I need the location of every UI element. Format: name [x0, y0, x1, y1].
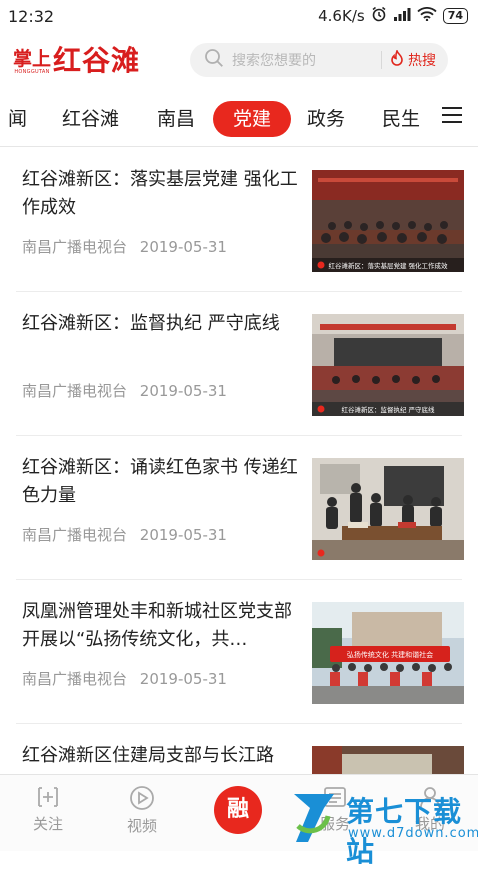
nav-video-label: 视频 [126, 817, 157, 835]
battery-indicator: 74 [442, 8, 468, 24]
tab-government[interactable]: 政务 [307, 101, 345, 137]
tabs-divider [0, 146, 478, 147]
app-logo: 掌上 HONGGUTAN 红谷滩 [13, 46, 140, 76]
news-meta: 南昌广播电视台 2019-05-31 [22, 380, 227, 401]
tab-nanchang[interactable]: 南昌 [157, 101, 195, 137]
app-header: 掌上 HONGGUTAN 红谷滩 搜索您想要的 热搜 [0, 32, 478, 90]
thumbnail-caption: 红谷滩新区：监督执纪 严守底线 [341, 405, 435, 414]
news-meta: 南昌广播电视台 2019-05-31 [22, 236, 227, 257]
news-item[interactable]: 红谷滩新区：监督执纪 严守底线 南昌广播电视台 2019-05-31 红谷滩新区… [0, 292, 478, 436]
network-speed: 4.6K/s [318, 7, 365, 25]
logo-small-text: 掌上 [13, 48, 52, 70]
news-meta: 南昌广播电视台 2019-05-31 [22, 668, 227, 689]
news-title: 红谷滩新区住建局支部与长江路 [22, 745, 274, 766]
tab-news[interactable]: 闻 [8, 101, 27, 137]
news-date: 2019-05-31 [139, 670, 227, 688]
search-divider [381, 51, 382, 69]
news-item[interactable]: 凤凰洲管理处丰和新城社区党支部开展以“弘扬传统文化，共… 南昌广播电视台 201… [0, 580, 478, 724]
news-meta: 南昌广播电视台 2019-05-31 [22, 524, 227, 545]
site-watermark: 第七下载站 www.d7down.com [286, 782, 478, 868]
nav-media-center-button[interactable]: 融 [214, 786, 262, 834]
tab-party-building[interactable]: 党建 [213, 101, 292, 137]
video-play-icon [107, 785, 177, 811]
news-source: 南昌广播电视台 [22, 238, 128, 256]
alarm-icon [371, 6, 387, 26]
status-bar: 12:32 4.6K/s 74 [0, 0, 478, 32]
follow-icon [13, 785, 83, 809]
channel-tabs: 闻 红谷滩 南昌 党建 政务 民生 [0, 92, 478, 142]
news-title: 红谷滩新区：落实基层党建 强化工作成效 [22, 169, 298, 218]
signal-icon [393, 7, 411, 25]
nav-follow-label: 关注 [32, 815, 63, 833]
news-source: 南昌广播电视台 [22, 670, 128, 688]
news-source: 南昌广播电视台 [22, 526, 128, 544]
thumbnail-caption: 红谷滩新区：落实基层党建 强化工作成效 [328, 261, 448, 270]
news-title: 红谷滩新区：诵读红色家书 传递红色力量 [22, 457, 298, 506]
search-icon [204, 48, 224, 72]
news-item[interactable]: 红谷滩新区：诵读红色家书 传递红色力量 南昌广播电视台 2019-05-31 [0, 436, 478, 580]
news-thumbnail: 红谷滩新区：落实基层党建 强化工作成效 [312, 170, 464, 272]
thumbnail-caption: 弘扬传统文化 共建和谐社会 [347, 650, 433, 659]
tab-honggutan[interactable]: 红谷滩 [62, 101, 119, 137]
wifi-icon [417, 7, 437, 25]
news-date: 2019-05-31 [139, 238, 227, 256]
news-title: 红谷滩新区：监督执纪 严守底线 [22, 313, 280, 334]
search-input[interactable]: 搜索您想要的 [232, 50, 381, 70]
flame-icon [390, 48, 404, 70]
hot-search-button[interactable]: 热搜 [390, 48, 436, 70]
status-time: 12:32 [8, 6, 55, 26]
news-source: 南昌广播电视台 [22, 382, 128, 400]
news-date: 2019-05-31 [139, 382, 227, 400]
channel-menu-icon[interactable] [441, 106, 463, 128]
status-icons: 4.6K/s 74 [318, 6, 468, 26]
hot-search-label: 热搜 [408, 53, 436, 69]
tab-livelihood[interactable]: 民生 [382, 101, 420, 137]
nav-video[interactable]: 视频 [107, 785, 177, 836]
watermark-url: www.d7down.com [348, 826, 478, 841]
news-title: 凤凰洲管理处丰和新城社区党支部开展以“弘扬传统文化，共… [22, 601, 292, 650]
logo-main-text: 红谷滩 [53, 44, 141, 77]
search-bar[interactable]: 搜索您想要的 热搜 [190, 43, 448, 77]
news-date: 2019-05-31 [139, 526, 227, 544]
nav-follow[interactable]: 关注 [13, 785, 83, 834]
logo-en-text: HONGGUTAN [14, 69, 50, 75]
news-thumbnail: 弘扬传统文化 共建和谐社会 [312, 602, 464, 704]
news-item[interactable]: 红谷滩新区：落实基层党建 强化工作成效 南昌广播电视台 2019-05-31 红… [0, 148, 478, 292]
news-thumbnail: 红谷滩新区：监督执纪 严守底线 [312, 314, 464, 416]
news-thumbnail [312, 458, 464, 560]
